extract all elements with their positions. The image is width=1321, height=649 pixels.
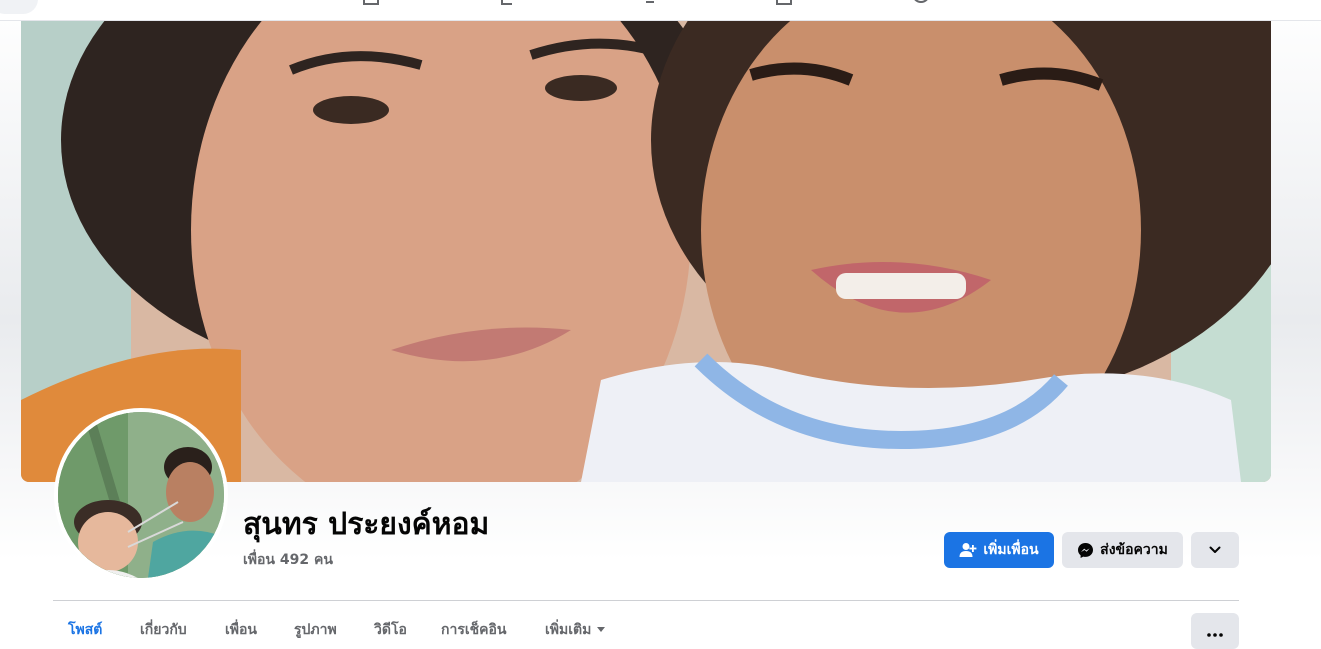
profile-name: สุนทร ประยงค์หอม bbox=[243, 507, 490, 542]
home-icon[interactable] bbox=[362, 0, 380, 6]
add-friend-button[interactable]: เพิ่มเพื่อน bbox=[944, 532, 1054, 568]
gaming-icon[interactable] bbox=[912, 0, 930, 6]
message-button[interactable]: ส่งข้อความ bbox=[1062, 532, 1183, 568]
ellipsis-icon bbox=[1207, 622, 1223, 641]
person-plus-icon bbox=[959, 542, 977, 558]
cover-photo[interactable] bbox=[21, 20, 1271, 482]
tab-friends[interactable]: เพื่อน bbox=[225, 612, 257, 647]
profile-options-dropdown-button[interactable] bbox=[1191, 532, 1239, 568]
add-friend-label: เพิ่มเพื่อน bbox=[983, 542, 1039, 558]
tab-more-label: เพิ่มเติม bbox=[545, 621, 592, 638]
caret-down-icon bbox=[597, 627, 606, 632]
tab-checkins[interactable]: การเช็คอิน bbox=[441, 612, 507, 647]
tab-about-label: เกี่ยวกับ bbox=[140, 621, 187, 638]
tab-photos-label: รูปภาพ bbox=[294, 621, 337, 638]
tab-more[interactable]: เพิ่มเติม bbox=[545, 612, 606, 647]
avatar[interactable] bbox=[58, 412, 224, 578]
more-options-button[interactable] bbox=[1191, 613, 1239, 649]
search-box[interactable] bbox=[0, 0, 38, 14]
tab-posts[interactable]: โพสต์ bbox=[68, 612, 102, 647]
tab-videos-label: วิดีโอ bbox=[374, 621, 407, 638]
tab-photos[interactable]: รูปภาพ bbox=[294, 612, 337, 647]
section-divider bbox=[53, 600, 1239, 601]
tab-checkins-label: การเช็คอิน bbox=[441, 621, 507, 638]
marketplace-icon[interactable] bbox=[775, 0, 793, 6]
tab-videos[interactable]: วิดีโอ bbox=[374, 612, 407, 647]
groups-icon[interactable] bbox=[640, 0, 658, 6]
tab-about[interactable]: เกี่ยวกับ bbox=[140, 612, 187, 647]
messenger-icon bbox=[1077, 542, 1094, 559]
profile-picture-frame[interactable] bbox=[54, 408, 228, 582]
chevron-down-icon bbox=[1209, 546, 1221, 554]
friends-count[interactable]: เพื่อน 492 คน bbox=[243, 549, 333, 571]
tab-posts-label: โพสต์ bbox=[68, 621, 103, 638]
message-label: ส่งข้อความ bbox=[1100, 542, 1168, 558]
top-navigation-bar bbox=[0, 0, 1321, 21]
watch-icon[interactable] bbox=[500, 0, 518, 6]
tab-friends-label: เพื่อน bbox=[225, 621, 257, 638]
